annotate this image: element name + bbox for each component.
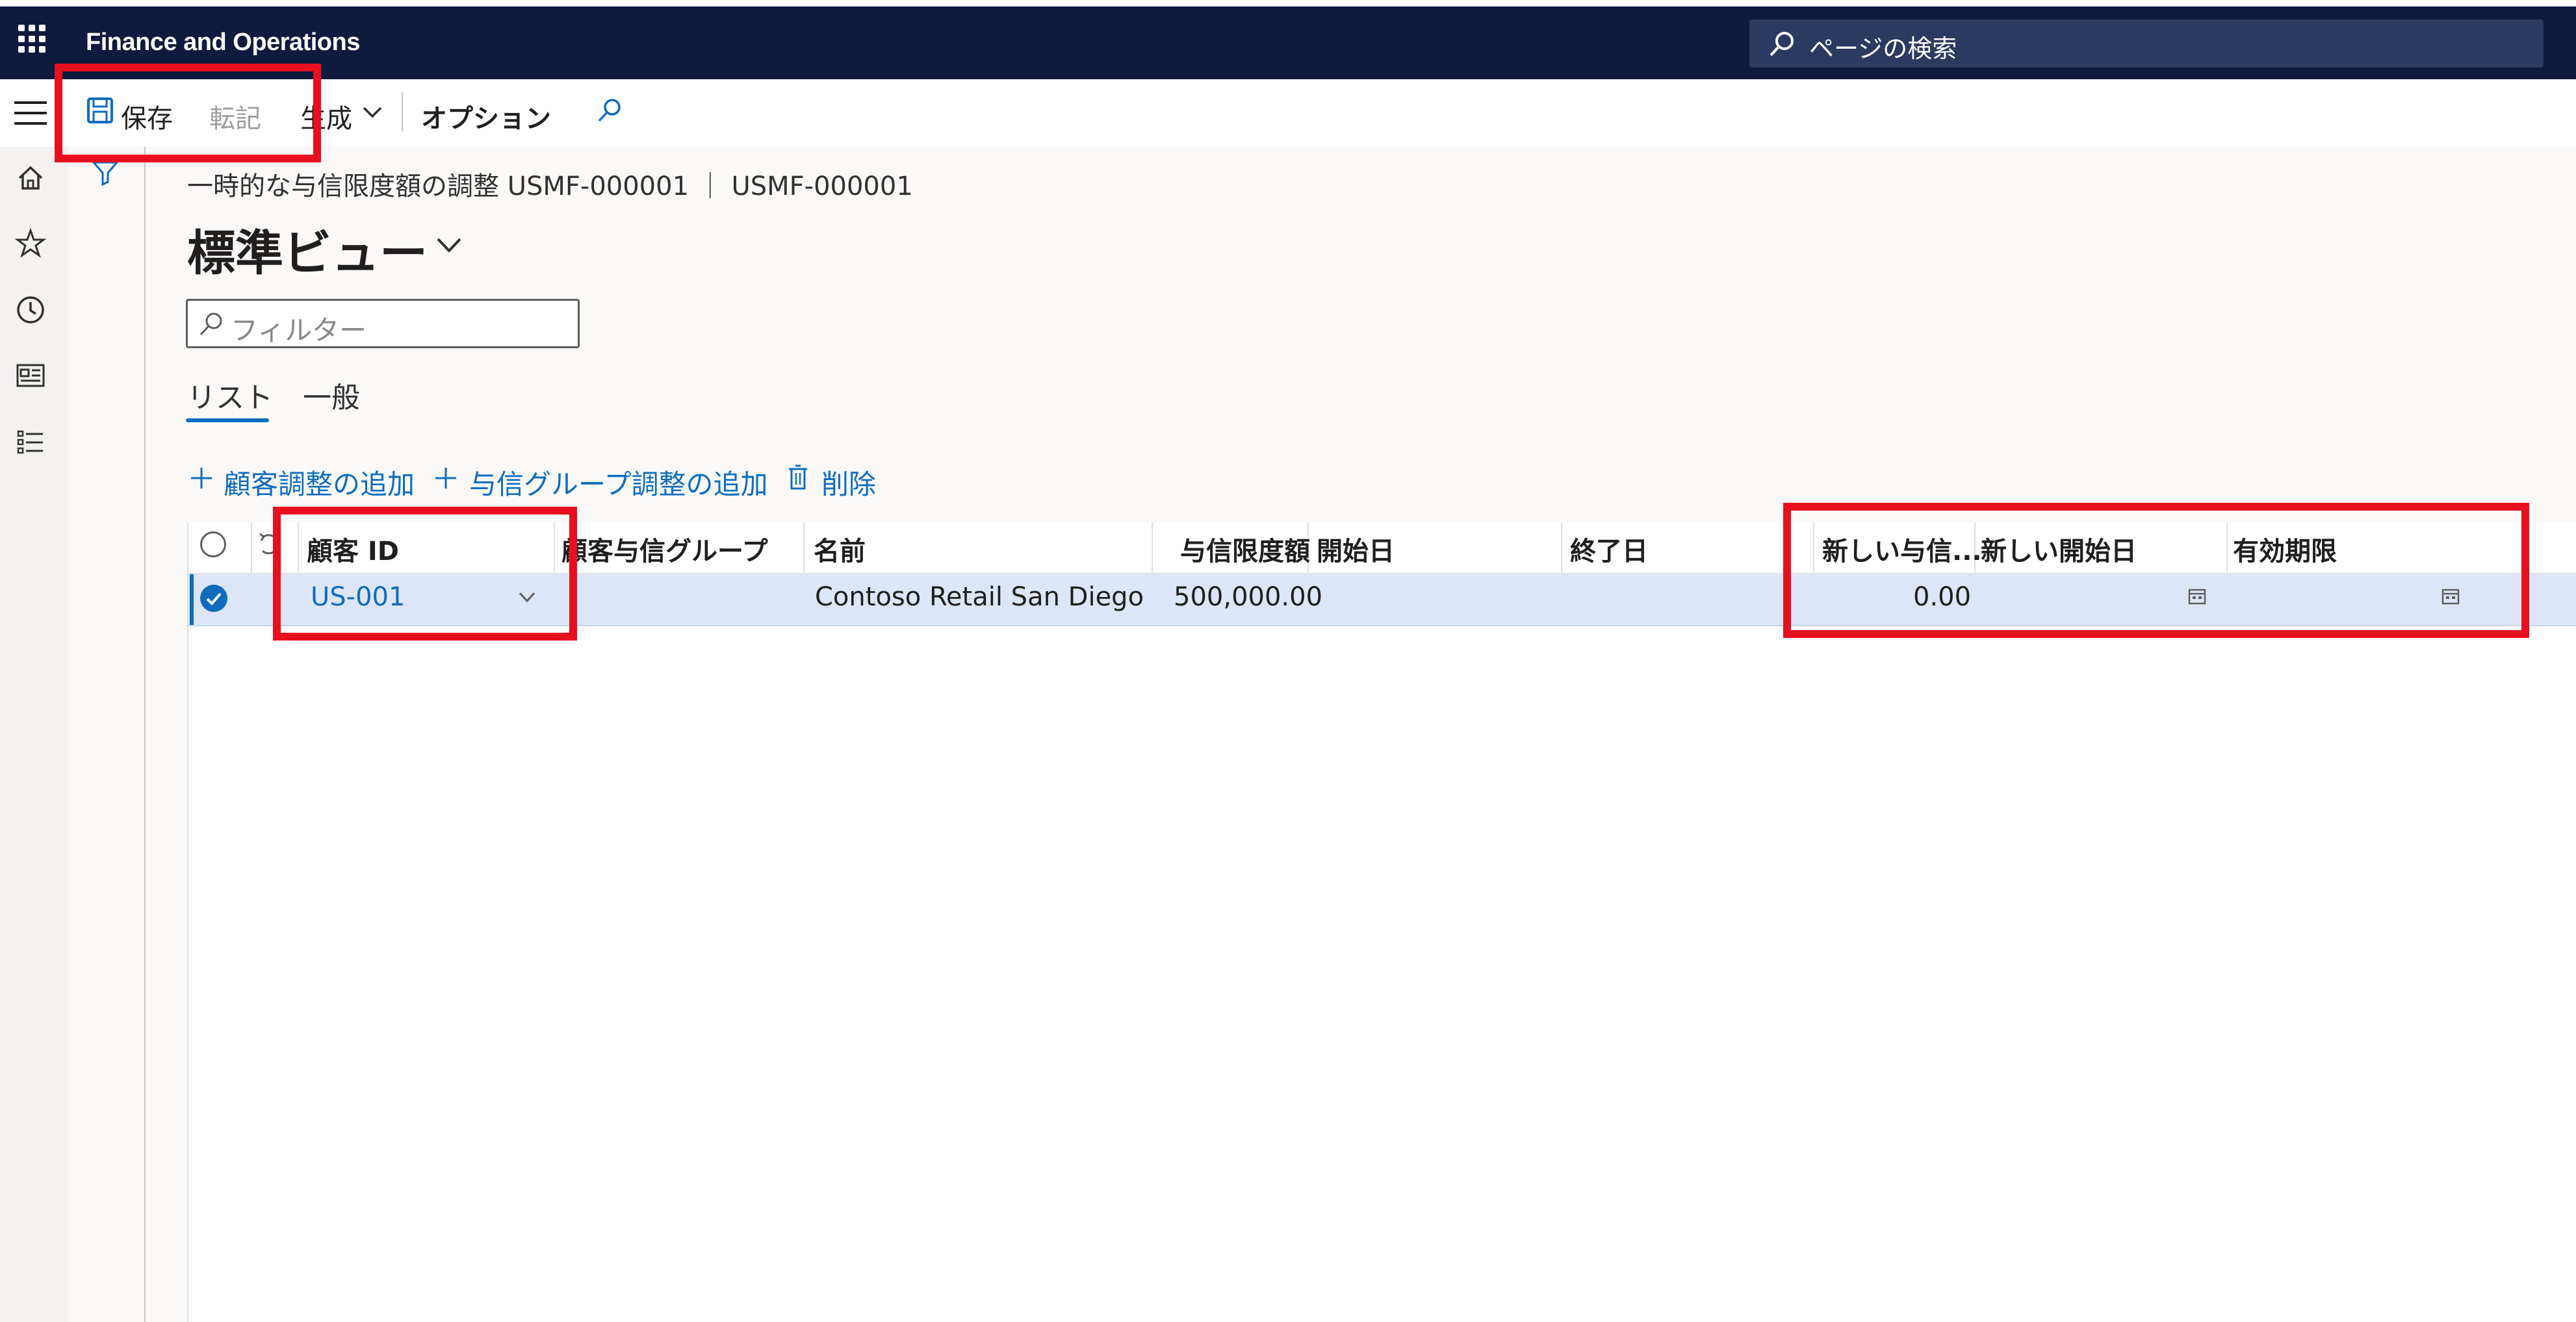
active-tab-indicator: [186, 418, 269, 422]
column-header-name[interactable]: 名前: [814, 530, 866, 568]
cell-credit-limit: 500,000.00: [1174, 582, 1323, 612]
global-search-placeholder: ページの検索: [1809, 34, 1957, 63]
breadcrumb: 一時的な与信限度額の調整 USMF-000001 ｜ USMF-000001: [187, 172, 913, 201]
recent-clock-icon[interactable]: [14, 294, 47, 326]
column-header-start-date[interactable]: 開始日: [1317, 530, 1395, 568]
column-header-end-date[interactable]: 終了日: [1570, 530, 1648, 568]
funnel-filter-icon[interactable]: [91, 160, 120, 188]
filter-placeholder: フィルター: [231, 314, 367, 346]
highlight-box-customer-id: [273, 507, 577, 641]
app-title[interactable]: Finance and Operations: [86, 29, 360, 57]
add-customer-adjustment-button[interactable]: 顧客調整の追加: [224, 463, 415, 502]
hamburger-menu-icon[interactable]: [14, 101, 47, 127]
select-all-radio[interactable]: [200, 531, 226, 557]
tab-general[interactable]: 一般: [303, 374, 360, 416]
tab-list[interactable]: リスト: [187, 374, 273, 416]
search-icon[interactable]: [595, 96, 624, 127]
favorites-star-icon[interactable]: [14, 227, 47, 260]
home-icon[interactable]: [14, 161, 47, 194]
search-icon: [200, 312, 222, 336]
page-title[interactable]: 標準ビュー: [187, 214, 428, 284]
row-checked-icon[interactable]: [200, 585, 227, 612]
delete-button[interactable]: 削除: [821, 463, 876, 502]
modules-list-icon[interactable]: [14, 426, 47, 459]
search-icon: [1770, 32, 1794, 57]
cell-name: Contoso Retail San Diego: [815, 582, 1144, 612]
add-credit-group-adjustment-button[interactable]: 与信グループ調整の追加: [469, 463, 767, 502]
column-header-credit-group[interactable]: 顧客与信グループ: [561, 530, 768, 568]
options-button[interactable]: オプション: [421, 97, 551, 135]
chevron-down-icon: [361, 104, 383, 122]
adjustments-grid: [187, 522, 2576, 1322]
action-divider: [402, 92, 403, 131]
plus-icon: [188, 465, 214, 494]
row-selection-bar: [190, 574, 194, 625]
trash-icon: [786, 464, 810, 494]
filter-input[interactable]: フィルター: [186, 299, 580, 348]
view-chevron-down-icon[interactable]: [434, 233, 464, 259]
filter-pane: [68, 147, 146, 1322]
highlight-box-new-columns: [1783, 503, 2529, 638]
global-search-box[interactable]: ページの検索: [1749, 19, 2544, 68]
app-launcher-icon[interactable]: [18, 25, 47, 53]
action-pane: [0, 79, 2576, 148]
workspaces-icon[interactable]: [14, 360, 47, 392]
column-header-credit-limit[interactable]: 与信限度額: [1180, 530, 1310, 568]
highlight-box-save: [55, 64, 321, 162]
plus-icon: [433, 465, 459, 494]
